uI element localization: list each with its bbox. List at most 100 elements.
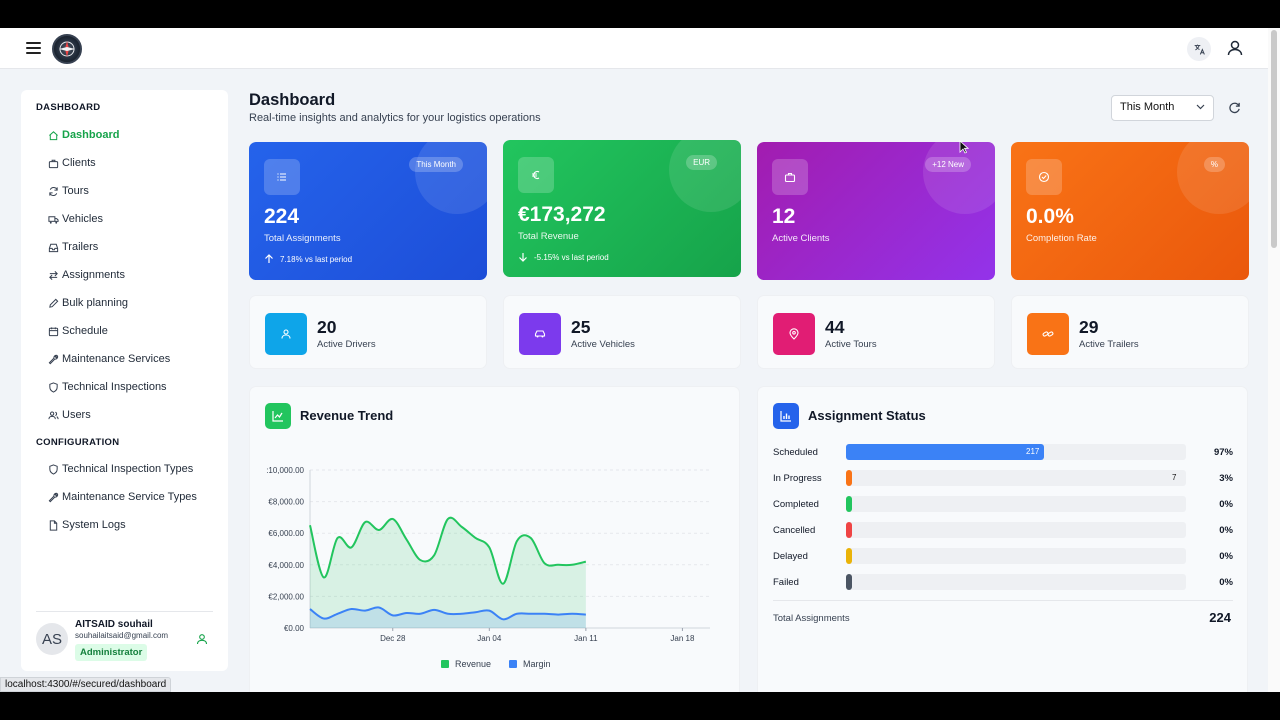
sidebar-item-label: Maintenance Services [62, 353, 171, 365]
kpi-badge: This Month [409, 157, 463, 172]
status-row-cancelled[interactable]: Cancelled 0% [773, 522, 1233, 540]
sidebar-item-technical-inspections[interactable]: Technical Inspections [47, 377, 167, 397]
total-assignments-label: Total Assignments [773, 613, 850, 624]
status-name: Delayed [773, 551, 808, 562]
stat-value: 44 [825, 317, 845, 337]
status-row-delayed[interactable]: Delayed 0% [773, 548, 1233, 566]
sidebar-item-users[interactable]: Users [47, 405, 91, 425]
sidebar-item-technical-inspection-types[interactable]: Technical Inspection Types [47, 459, 193, 479]
status-bar-track [846, 470, 1186, 486]
card-decoration [1177, 142, 1249, 214]
kpi-trend-text: -5.15% vs last period [534, 252, 609, 262]
y-tick-label: :10,000.00 [266, 466, 304, 475]
sidebar-item-vehicles[interactable]: Vehicles [47, 209, 103, 229]
kpi-card-total-assignments[interactable]: This Month 224 Total Assignments 7.18% v… [249, 142, 487, 280]
top-black-bar [0, 0, 1280, 28]
stat-label: Active Drivers [317, 339, 376, 350]
sidebar-item-label: Tours [62, 185, 89, 197]
status-percent: 0% [1219, 577, 1233, 588]
x-tick-label: Dec 28 [380, 634, 406, 643]
user-icon[interactable] [1226, 39, 1246, 59]
kpi-badge: EUR [686, 155, 717, 170]
stat-card-active-tours[interactable]: 44 Active Tours [757, 295, 995, 369]
sidebar-item-label: Technical Inspection Types [62, 463, 194, 475]
list-icon [264, 159, 300, 195]
profile-icon[interactable] [196, 632, 208, 645]
sidebar-item-maintenance-services[interactable]: Maintenance Services [47, 349, 170, 369]
status-count: 217 [1026, 447, 1040, 456]
kpi-card-active-clients[interactable]: +12 New 12 Active Clients [757, 142, 995, 280]
stat-card-active-drivers[interactable]: 20 Active Drivers [249, 295, 487, 369]
period-select[interactable]: This Month [1111, 95, 1214, 121]
kpi-card-total-revenue[interactable]: EUR €173,272 Total Revenue -5.15% vs las… [503, 140, 741, 277]
kpi-label: Total Assignments [264, 233, 341, 244]
status-row-in-progress[interactable]: In Progress 7 3% [773, 470, 1233, 488]
user-role-badge: Administrator [75, 644, 148, 661]
status-percent: 0% [1219, 499, 1233, 510]
kpi-label: Total Revenue [518, 231, 579, 242]
sidebar-section-configuration: CONFIGURATION [36, 437, 120, 448]
logo-icon[interactable] [52, 34, 82, 64]
sidebar-item-label: Maintenance Service Types [62, 491, 197, 503]
briefcase-icon [772, 159, 808, 195]
status-row-failed[interactable]: Failed 0% [773, 574, 1233, 592]
scrollbar[interactable] [1268, 28, 1280, 692]
avatar[interactable]: AS [36, 623, 68, 655]
status-row-completed[interactable]: Completed 0% [773, 496, 1233, 514]
car-icon [519, 313, 561, 355]
status-bar-fill [846, 522, 852, 538]
arrow-down-icon [519, 253, 527, 262]
status-name: In Progress [773, 473, 822, 484]
sidebar-item-maintenance-service-types[interactable]: Maintenance Service Types [47, 487, 197, 507]
revenue-chart[interactable]: :10,000.00 €8,000.00 €6,000.00 €4,000.00 €2,… [250, 405, 739, 692]
kpi-label: Completion Rate [1026, 233, 1097, 244]
user-name: AITSAID souhail [75, 619, 153, 630]
sidebar-item-label: System Logs [62, 519, 126, 531]
y-tick-label: €0.00 [284, 624, 305, 633]
status-name: Completed [773, 499, 819, 510]
x-tick-label: Jan 04 [477, 634, 502, 643]
status-row-scheduled[interactable]: Scheduled 217 97% [773, 444, 1233, 462]
y-tick-label: €4,000.00 [268, 561, 304, 570]
scrollbar-thumb[interactable] [1271, 30, 1277, 248]
page-subtitle: Real-time insights and analytics for you… [249, 112, 541, 124]
refresh-icon[interactable] [1228, 101, 1242, 115]
status-bar-fill [846, 496, 852, 512]
sidebar-item-trailers[interactable]: Trailers [47, 237, 98, 257]
shield-icon [47, 381, 59, 393]
status-bar-fill [846, 470, 852, 486]
x-tick-label: Jan 11 [574, 634, 598, 643]
sidebar-item-clients[interactable]: Clients [47, 153, 96, 173]
stat-card-active-trailers[interactable]: 29 Active Trailers [1011, 295, 1249, 369]
status-bar-track [846, 522, 1186, 538]
status-bar-track [846, 444, 1186, 460]
legend-label: Margin [523, 659, 551, 669]
sidebar-item-schedule[interactable]: Schedule [47, 321, 108, 341]
sidebar-item-label: Trailers [62, 241, 99, 253]
sidebar-item-assignments[interactable]: Assignments [47, 265, 125, 285]
stat-card-active-vehicles[interactable]: 25 Active Vehicles [503, 295, 741, 369]
stat-value: 29 [1079, 317, 1099, 337]
sidebar-item-label: Schedule [62, 325, 108, 337]
legend-swatch-revenue [441, 660, 449, 668]
sidebar-item-bulk-planning[interactable]: Bulk planning [47, 293, 128, 313]
briefcase-icon [47, 157, 59, 169]
kpi-value: €173,272 [518, 203, 606, 226]
kpi-trend: -5.15% vs last period [518, 252, 609, 262]
status-name: Scheduled [773, 447, 818, 458]
status-percent: 3% [1219, 473, 1233, 484]
sidebar-item-dashboard[interactable]: Dashboard [47, 125, 119, 145]
translate-icon[interactable] [1187, 37, 1211, 61]
sidebar-item-tours[interactable]: Tours [47, 181, 89, 201]
assignment-status-panel: Assignment Status Scheduled 217 97% In Pr… [757, 386, 1248, 692]
wrench-icon [47, 353, 59, 365]
status-bar-fill [846, 548, 852, 564]
check-circle-icon [1026, 159, 1062, 195]
sidebar-item-system-logs[interactable]: System Logs [47, 515, 126, 535]
total-assignments-value: 224 [1209, 610, 1231, 625]
menu-icon[interactable] [26, 42, 41, 54]
euro-icon [518, 157, 554, 193]
sidebar-item-label: Technical Inspections [62, 381, 167, 393]
status-bar-track [846, 496, 1186, 512]
kpi-card-completion-rate[interactable]: % 0.0% Completion Rate [1011, 142, 1249, 280]
